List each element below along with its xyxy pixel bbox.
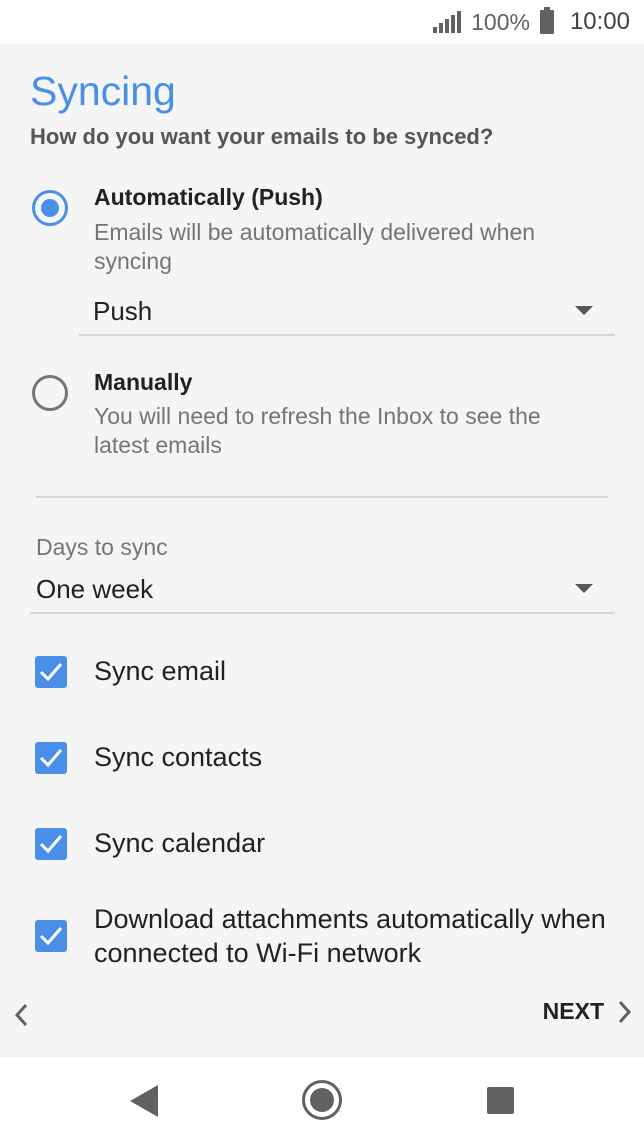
back-chevron-icon[interactable] [12,1002,32,1033]
check-icon [39,835,63,854]
next-button[interactable]: NEXT [543,998,632,1025]
option-manually-description: You will need to refresh the Inbox to se… [94,403,541,458]
sync-contacts-checkbox[interactable] [35,742,67,774]
days-to-sync-dropdown[interactable]: One week [30,574,615,614]
days-to-sync-label: Days to sync [36,534,168,560]
download-attachments-checkbox[interactable] [35,920,67,952]
dropdown-arrow-icon [575,584,593,593]
sync-contacts-label: Sync contacts [94,742,263,772]
system-back-icon[interactable] [128,1084,160,1123]
check-icon [39,663,63,682]
system-home-icon[interactable] [302,1080,342,1120]
push-dropdown[interactable]: Push [79,296,615,336]
page-title: Syncing [30,68,176,114]
sync-contacts-row[interactable]: Sync contacts [0,738,644,778]
sync-calendar-checkbox[interactable] [35,828,67,860]
next-button-label: NEXT [542,998,604,1024]
system-navigation-bar [0,1058,644,1144]
download-attachments-row[interactable]: Download attachments automatically when … [0,902,644,974]
wizard-navigation: NEXT [0,994,644,1038]
signal-icon [433,11,462,33]
option-automatically-title[interactable]: Automatically (Push) [94,184,323,211]
check-icon [39,749,63,768]
system-recents-icon[interactable] [487,1087,514,1114]
sync-email-label: Sync email [94,656,227,686]
check-icon [39,927,63,946]
battery-icon [539,7,554,34]
sync-calendar-row[interactable]: Sync calendar [0,824,644,864]
clock: 10:00 [569,8,630,35]
battery-percent: 100% [471,8,530,35]
chevron-right-icon [618,1000,632,1023]
sync-email-checkbox[interactable] [35,656,67,688]
page-subtitle: How do you want your emails to be synced… [30,124,494,149]
status-bar: 100% 10:00 [0,0,644,44]
option-manually-title[interactable]: Manually [94,369,192,396]
dropdown-arrow-icon [575,306,593,315]
days-to-sync-value: One week [36,574,154,604]
divider [36,496,608,498]
radio-automatically[interactable] [32,190,68,226]
syncing-screen: Syncing How do you want your emails to b… [0,44,644,1058]
push-dropdown-value: Push [93,296,153,326]
radio-manually[interactable] [32,375,68,411]
download-attachments-label: Download attachments automatically when … [94,904,606,968]
sync-calendar-label: Sync calendar [94,828,266,858]
option-automatically-description: Emails will be automatically delivered w… [94,219,536,274]
sync-email-row[interactable]: Sync email [0,652,644,692]
